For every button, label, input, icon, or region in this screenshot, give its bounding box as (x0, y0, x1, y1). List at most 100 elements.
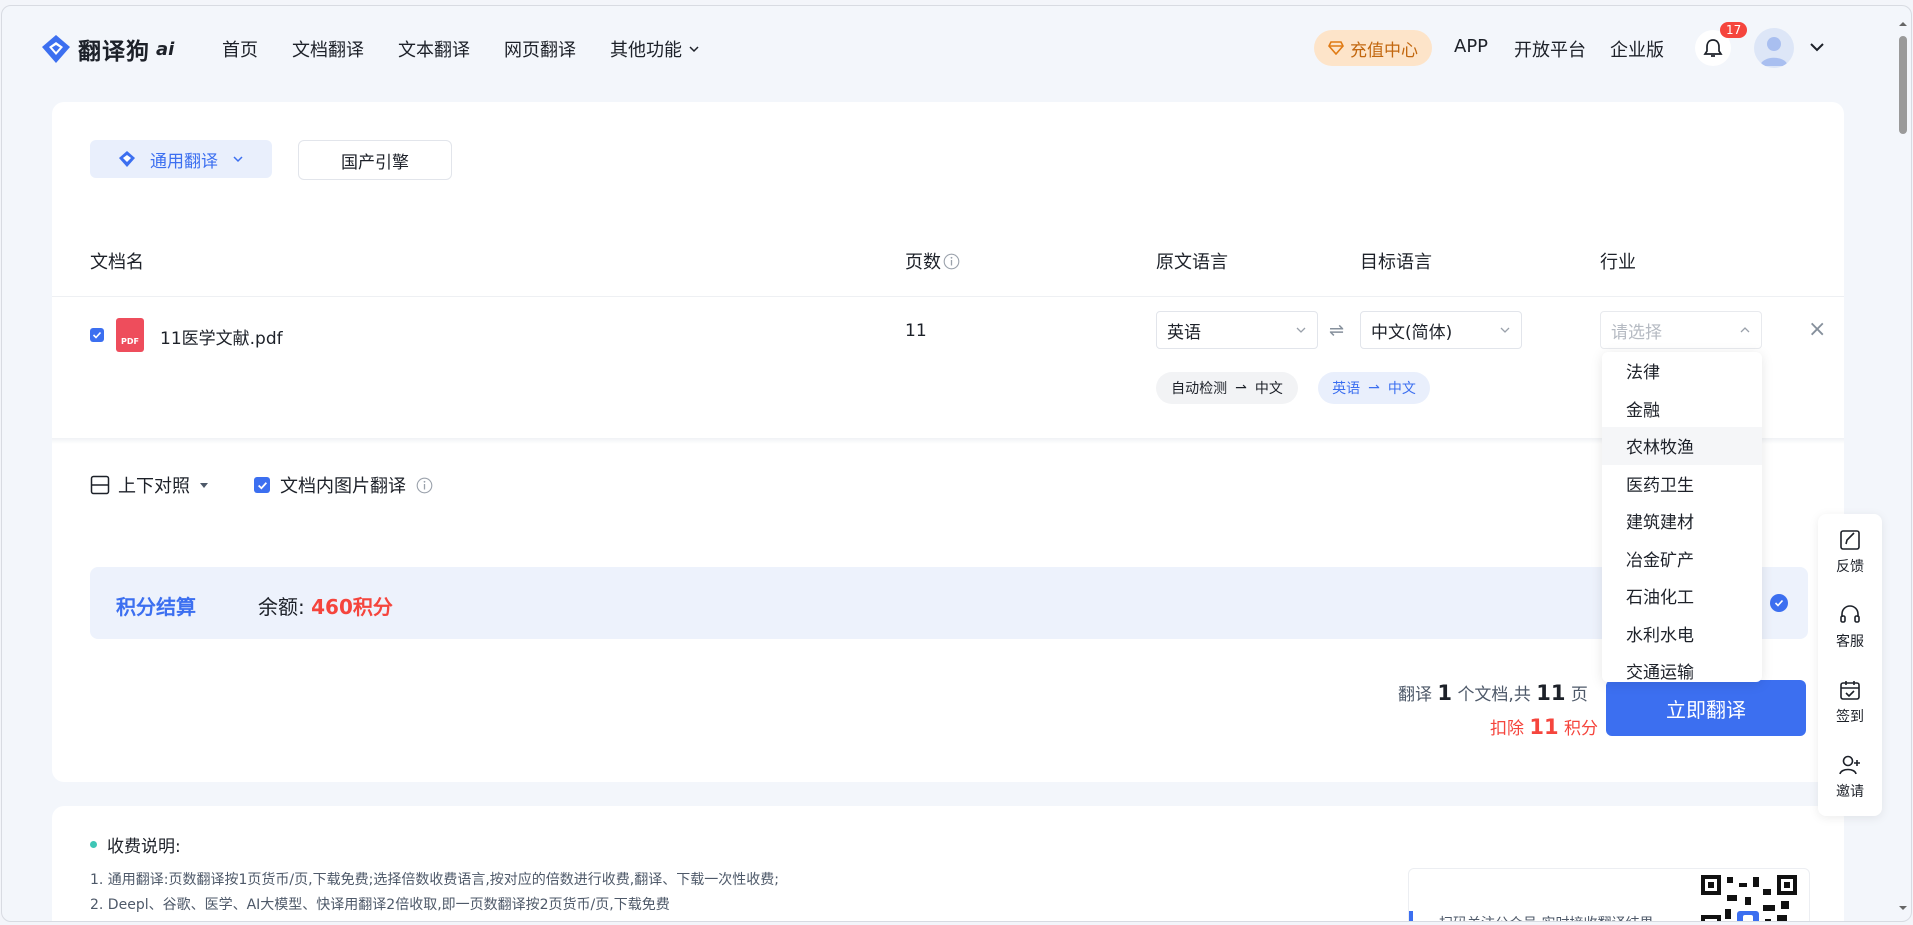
swap-lang-icon[interactable]: ⇌ (1329, 320, 1344, 341)
translate-card: 通用翻译 国产引擎 文档名 页数 原文语言 目标语言 行业 PDF 11医学文献… (52, 102, 1844, 782)
chevron-down-icon (233, 156, 243, 163)
lang-chip-auto-from: 自动检测 (1171, 381, 1228, 397)
user-avatar-icon (1760, 37, 1788, 66)
engine-general-select[interactable]: 通用翻译 (90, 140, 272, 178)
source-lang-select[interactable]: 英语 (1156, 311, 1318, 349)
summary-page-suffix: 页 (1570, 685, 1588, 705)
summary-page-count: 11 (1536, 681, 1566, 705)
industry-option[interactable]: 法律 (1602, 352, 1762, 390)
balance-value: 460积分 (311, 595, 393, 619)
diamond-icon (1328, 41, 1344, 55)
summary-doc-count: 1 (1437, 681, 1453, 705)
layout-mode-select[interactable]: 上下对照 (90, 472, 210, 498)
nav-other-features[interactable]: 其他功能 (610, 36, 700, 62)
open-platform-link[interactable]: 开放平台 (1514, 36, 1586, 62)
info-icon[interactable] (416, 477, 433, 494)
lang-chip-en-zh[interactable]: 英语 ⇀ 中文 (1318, 372, 1430, 404)
settlement-radio-checked[interactable] (1770, 594, 1788, 612)
layout-mode-label: 上下对照 (118, 476, 190, 497)
checkin-label: 签到 (1836, 708, 1864, 725)
chevron-down-icon (1500, 327, 1510, 333)
fee-title: 收费说明: (90, 832, 181, 857)
image-translate-checkbox[interactable] (254, 477, 270, 493)
fee-description: 1. 通用翻译:页数翻译按1页货币/页,下载免费;选择倍数收费语言,按对应的倍数… (90, 868, 830, 918)
qr-follow-text: 扫码关注公众号,实时接收翻译结果 (1439, 913, 1653, 921)
nav-home[interactable]: 首页 (222, 36, 258, 62)
file-pages: 11 (905, 321, 927, 341)
header-pages-label: 页数 (905, 252, 941, 273)
deduct-suffix: 积分 (1564, 719, 1599, 739)
nav-doc-translate[interactable]: 文档翻译 (292, 36, 364, 62)
logo[interactable]: 翻译狗 ai (40, 32, 174, 66)
source-lang-value: 英语 (1167, 322, 1201, 343)
page-scrollbar[interactable] (1895, 14, 1911, 918)
balance-label: 余额: (258, 595, 305, 619)
target-lang-value: 中文(简体) (1371, 322, 1453, 343)
avatar[interactable] (1754, 28, 1794, 68)
image-translate-label: 文档内图片翻译 (280, 476, 406, 497)
logo-ai-suffix: ai (156, 38, 175, 60)
industry-option[interactable]: 医药卫生 (1602, 465, 1762, 503)
app-link[interactable]: APP (1454, 36, 1488, 57)
nav-text-translate[interactable]: 文本翻译 (398, 36, 470, 62)
header-industry: 行业 (1600, 252, 1636, 273)
engine-domestic-button[interactable]: 国产引擎 (298, 140, 452, 180)
chevron-down-icon (689, 46, 699, 53)
invite-button[interactable]: 邀请 (1818, 739, 1882, 814)
scroll-up-icon[interactable] (1895, 18, 1911, 30)
checkin-button[interactable]: 签到 (1818, 664, 1882, 739)
check-icon (257, 481, 267, 490)
engine-logo-icon (119, 151, 135, 167)
translate-summary: 翻译 1 个文档,共 11 页 (1398, 680, 1588, 705)
feedback-button[interactable]: 反馈 (1818, 514, 1882, 589)
engine-general-label: 通用翻译 (150, 151, 218, 172)
lang-chip-auto[interactable]: 自动检测 ⇀ 中文 (1156, 372, 1298, 404)
notification-badge: 17 (1720, 22, 1748, 38)
app-window: 翻译狗 ai 首页 文档翻译 文本翻译 网页翻译 其他功能 充值中心 APP 开… (1, 5, 1912, 922)
deduct-value: 11 (1529, 715, 1559, 739)
industry-option[interactable]: 冶金矿产 (1602, 540, 1762, 578)
logo-mark-icon (42, 35, 70, 63)
lang-chip-en-zh-from: 英语 (1332, 381, 1361, 397)
customer-service-button[interactable]: 客服 (1818, 589, 1882, 664)
arrow-right-icon: ⇀ (1368, 380, 1380, 396)
target-lang-select[interactable]: 中文(简体) (1360, 311, 1522, 349)
recharge-center-label: 充值中心 (1350, 40, 1418, 61)
file-checkbox[interactable] (90, 328, 104, 342)
accent-bar (1409, 911, 1413, 921)
feedback-label: 反馈 (1836, 558, 1864, 575)
industry-option[interactable]: 水利水电 (1602, 615, 1762, 653)
enterprise-link[interactable]: 企业版 (1610, 36, 1664, 62)
industry-option[interactable]: 农林牧渔 (1602, 427, 1762, 465)
industry-option[interactable]: 交通运输 (1602, 652, 1762, 682)
industry-option[interactable]: 石油化工 (1602, 577, 1762, 615)
industry-option[interactable]: 建筑建材 (1602, 502, 1762, 540)
logo-text: 翻译狗 (78, 39, 150, 65)
fee-line: 2. Deepl、谷歌、医学、AI大模型、快译用翻译2倍收取,即一页数翻译按2页… (90, 897, 670, 913)
image-translate-option[interactable]: 文档内图片翻译 (254, 472, 433, 498)
points-settlement-panel: 积分结算 余额: 460积分 (90, 567, 1808, 639)
file-name: 11医学文献.pdf (160, 329, 283, 349)
translate-now-button[interactable]: 立即翻译 (1606, 680, 1806, 736)
fee-title-text: 收费说明: (107, 837, 181, 857)
scrollbar-thumb[interactable] (1899, 36, 1907, 134)
industry-option[interactable]: 金融 (1602, 390, 1762, 428)
recharge-center-button[interactable]: 充值中心 (1314, 30, 1432, 66)
info-icon[interactable] (943, 253, 960, 270)
account-chevron-down-icon[interactable] (1808, 38, 1826, 56)
bullet-dot (90, 841, 97, 848)
summary-doc-suffix: 个文档,共 (1457, 685, 1531, 705)
remove-file-icon[interactable]: × (1808, 317, 1826, 342)
industry-select[interactable]: 请选择 (1600, 311, 1762, 349)
edit-icon (1840, 529, 1860, 550)
nav-web-translate[interactable]: 网页翻译 (504, 36, 576, 62)
deduct-summary: 扣除 11 积分 (1490, 714, 1598, 739)
fee-info-card: 收费说明: 1. 通用翻译:页数翻译按1页货币/页,下载免费;选择倍数收费语言,… (52, 806, 1844, 921)
nav-other-features-label: 其他功能 (610, 40, 682, 61)
industry-dropdown: 法律 金融 农林牧渔 医药卫生 建筑建材 冶金矿产 石油化工 水利水电 交通运输 (1602, 352, 1762, 682)
pdf-file-type: PDF (121, 337, 139, 346)
caret-down-icon (200, 483, 208, 488)
side-toolbar: 反馈 客服 签到 邀请 (1818, 514, 1882, 816)
scroll-down-icon[interactable] (1895, 902, 1911, 914)
qr-follow-box: 扫码关注公众号,实时接收翻译结果 (1408, 868, 1810, 921)
